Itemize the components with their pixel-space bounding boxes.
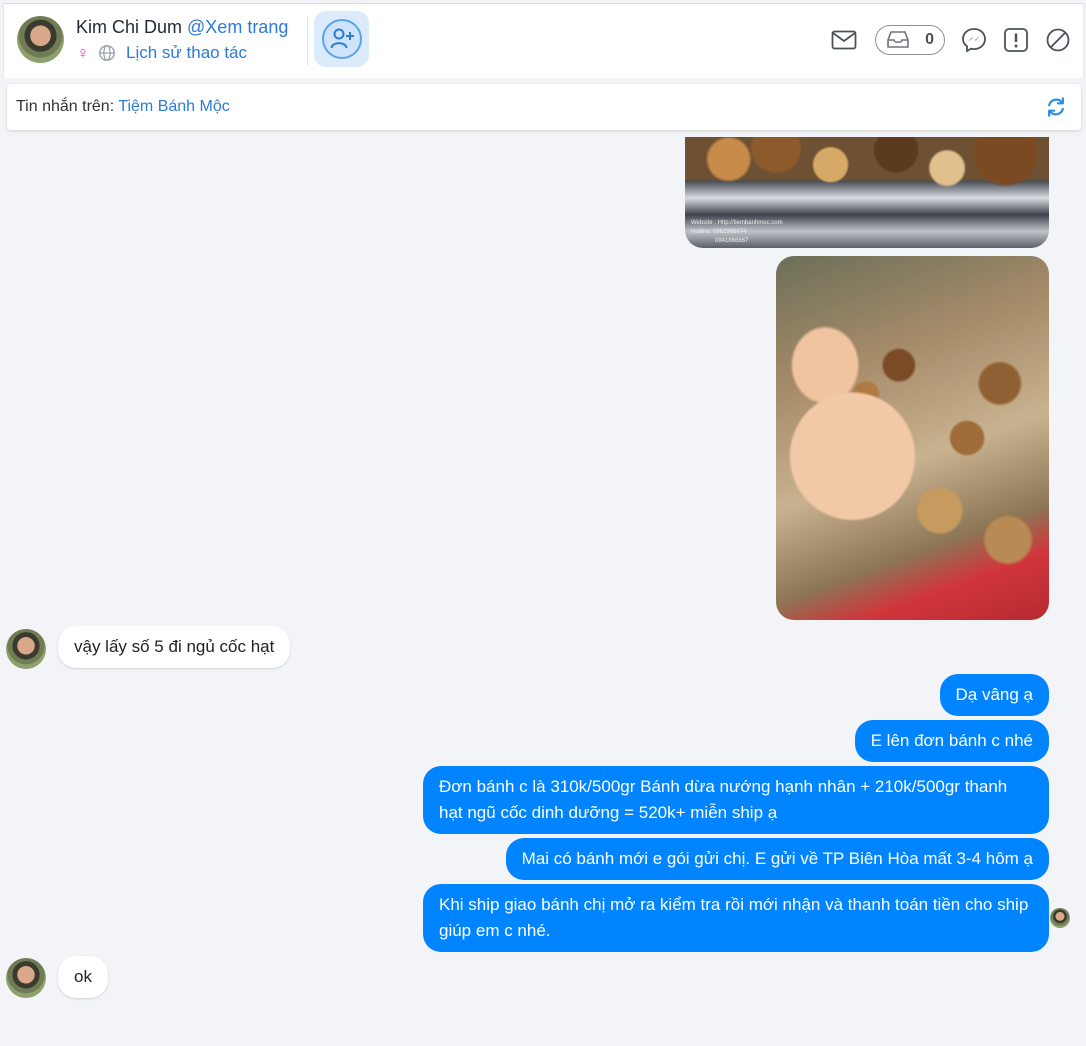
add-friend-icon [321,19,362,59]
report-icon[interactable] [1003,27,1029,53]
view-page-link[interactable]: @Xem trang [187,17,288,37]
sent-photo-granola-bars[interactable] [776,256,1049,620]
customer-name: Kim Chi Dum [76,17,183,37]
incoming-message: vậy lấy số 5 đi ngủ cốc hạt [58,626,291,668]
outgoing-message: Dạ vâng ạ [939,674,1049,716]
female-icon: ♀ [76,42,90,63]
message-source: Tin nhắn trên: Tiệm Bánh Mộc [16,98,230,116]
customer-avatar[interactable] [6,629,46,669]
block-icon[interactable] [1045,27,1071,53]
outgoing-message: Mai có bánh mới e gói gửi chị. E gửi về … [505,838,1049,880]
customer-avatar[interactable] [17,16,64,63]
add-friend-button[interactable] [314,11,369,67]
customer-meta-row: ♀ Lịch sử thao tác [76,42,247,64]
outgoing-message: Đơn bánh c là 310k/500gr Bánh dừa nướng … [423,766,1049,834]
source-page-link[interactable]: Tiệm Bánh Mộc [118,98,229,115]
header-divider [307,16,308,66]
seen-indicator-avatar [1050,908,1070,928]
photo-watermark-line: Hotline: 0962988674 [691,229,747,235]
customer-name-row: Kim Chi Dum @Xem trang [76,17,288,38]
header-actions: 0 [815,24,1071,56]
inbox-count: 0 [925,31,934,48]
action-history-link[interactable]: Lịch sử thao tác [126,43,247,63]
sent-photo-granola-tray[interactable]: Website : Http://tiembanhmoc.com Hotline… [685,137,1049,248]
mail-icon[interactable] [831,27,857,53]
inbox-counter-button[interactable]: 0 [875,25,945,55]
outgoing-message: E lên đơn bánh c nhé [854,720,1049,762]
message-source-bar: Tin nhắn trên: Tiệm Bánh Mộc [7,84,1081,130]
conversation-header: Kim Chi Dum @Xem trang ♀ Lịch sử thao tá… [3,3,1084,78]
customer-avatar[interactable] [6,958,46,998]
source-label: Tin nhắn trên: [16,98,119,115]
inbox-icon [887,31,909,48]
photo-watermark-line: 0941866867 [715,238,749,244]
outgoing-message: Khi ship giao bánh chị mở ra kiểm tra rồ… [423,884,1049,952]
incoming-message: ok [58,956,108,998]
photo-watermark: Website : Http://tiembanhmoc.com Hotline… [691,219,783,246]
photo-watermark-line: Website : Http://tiembanhmoc.com [691,220,783,226]
messenger-icon[interactable] [961,27,987,53]
globe-icon [99,45,115,61]
refresh-icon[interactable] [1045,96,1067,118]
